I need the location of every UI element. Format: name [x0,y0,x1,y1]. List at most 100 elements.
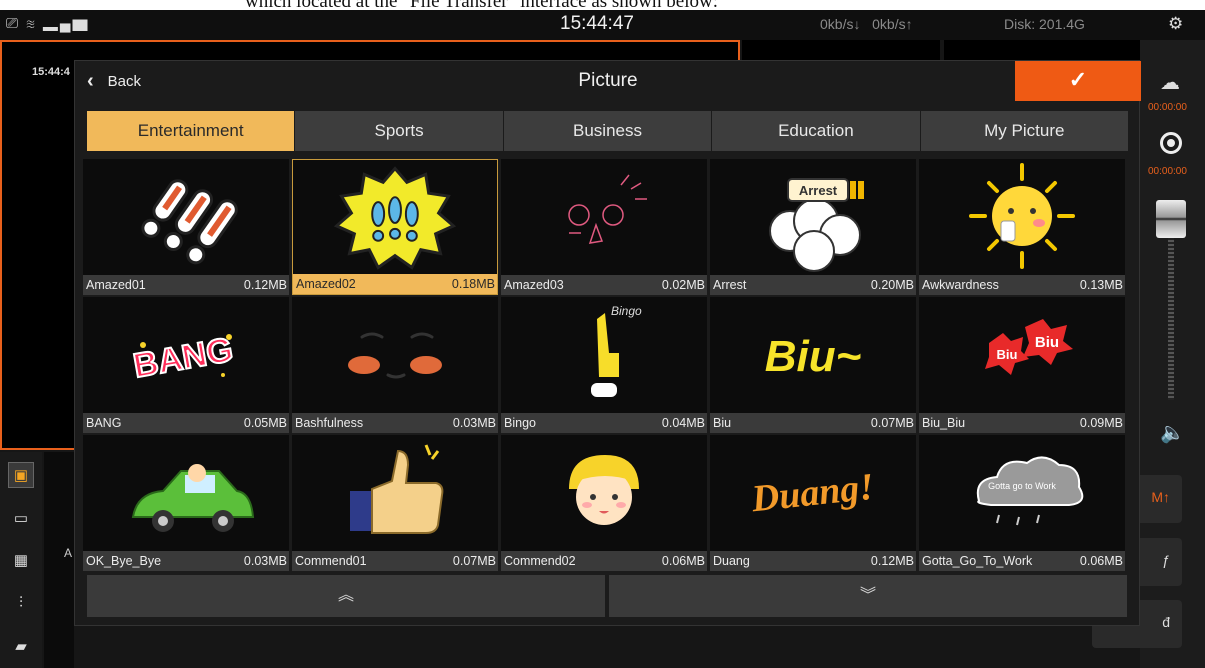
gear-icon[interactable]: ⚙ [1168,14,1183,34]
picture-item[interactable]: Arrest Arrest 0.20MB [710,159,916,295]
calendar-tool-icon[interactable]: ▦ [8,548,34,574]
preview-time: 15:44:4 [32,66,70,78]
confirm-button[interactable]: ✓ [1015,61,1141,101]
strip-label: A [64,546,73,560]
svg-text:BANG: BANG [131,331,236,386]
picture-size: 0.09MB [1079,416,1123,430]
svg-text:Biu: Biu [1035,334,1059,351]
biu-sticker: Biu~ [710,297,916,411]
exclamation-sticker [83,159,289,273]
picture-name: Gotta_Go_To_Work [922,554,1033,568]
picture-item[interactable]: Commend02 0.06MB [501,435,707,571]
chevron-left-icon: ‹ [87,70,94,92]
left-strip: A [44,452,74,668]
dialog-header: Picture ‹ Back ✓ [75,61,1141,101]
picture-name: Awkwardness [922,278,999,292]
side-button-label: M↑ [1151,489,1170,505]
category-tabs: Entertainment Sports Business Education My P… [87,111,1129,151]
cast-icon: ⎚ [6,15,21,32]
side-button-label: ƒ [1162,552,1170,568]
mixer-tool-icon[interactable]: ⫶ [8,590,34,616]
picture-size: 0.12MB [870,554,914,568]
cloud-sticker: Gotta go to Work [919,435,1125,549]
picture-name: Biu_Biu [922,416,966,430]
picture-grid: Amazed01 0.12MB Amazed02 0.18MB Amazed03 0.0… [83,159,1129,571]
tab-my-picture[interactable]: My Picture [920,111,1129,151]
page-down-button[interactable]: ︾ [609,575,1127,617]
picture-caption: Commend02 0.06MB [501,551,707,571]
speaker-icon[interactable]: 🔈 [1160,420,1185,445]
picture-tool-icon[interactable]: ▣ [8,462,34,488]
tab-entertainment[interactable]: Entertainment [87,111,296,151]
picture-name: Bingo [504,416,536,430]
picture-size: 0.06MB [661,554,705,568]
picture-caption: Arrest 0.20MB [710,275,916,295]
picture-caption: Amazed03 0.02MB [501,275,707,295]
source-slot[interactable] [742,40,940,62]
folder-tool-icon[interactable]: ▰ [8,634,34,660]
record-icon[interactable] [1160,132,1182,154]
tab-education[interactable]: Education [712,111,921,151]
back-button[interactable]: ‹ Back [87,69,141,93]
svg-text:Bingo: Bingo [611,304,642,318]
picture-size: 0.05MB [243,416,287,430]
picture-item[interactable]: Awkwardness 0.13MB [919,159,1125,295]
picture-size: 0.06MB [1079,554,1123,568]
picture-caption: OK_Bye_Bye 0.03MB [83,551,289,571]
dialog-title: Picture [578,70,638,91]
picture-item[interactable]: Biu Biu Biu_Biu 0.09MB [919,297,1125,433]
source-slot[interactable] [944,40,1144,62]
net-up: 0kb/s↑ [872,16,913,32]
picture-caption: Gotta_Go_To_Work 0.06MB [919,551,1125,571]
picture-item[interactable]: Amazed03 0.02MB [501,159,707,295]
picture-caption: Commend01 0.07MB [292,551,498,571]
left-toolbar: ▣ ▭ ▦ ⫶ ▰ [0,452,42,668]
picture-size: 0.02MB [661,278,705,292]
picture-item[interactable]: Amazed02 0.18MB [292,159,498,295]
wifi-icon: ≋ [26,15,37,32]
app-screen: which located at the "File Transfer" int… [0,0,1205,668]
duang-sticker: Duang! [710,435,916,549]
svg-text:Biu: Biu [997,347,1018,362]
status-clock: 15:44:47 [560,13,634,34]
picture-name: Amazed01 [86,278,146,292]
picture-item[interactable]: Commend01 0.07MB [292,435,498,571]
picture-item[interactable]: Bashfulness 0.03MB [292,297,498,433]
picture-size: 0.04MB [661,416,705,430]
picture-size: 0.12MB [243,278,287,292]
picture-item[interactable]: Bingo Bingo 0.04MB [501,297,707,433]
picture-name: Bashfulness [295,416,364,430]
picture-caption: Awkwardness 0.13MB [919,275,1125,295]
arrest-sticker: Arrest [710,159,916,273]
picture-item[interactable]: Amazed01 0.12MB [83,159,289,295]
picture-dialog: Picture ‹ Back ✓ Entertainment Sports Busin… [74,60,1141,626]
document-caption: which located at the "File Transfer" int… [245,0,718,12]
double-chevron-down-icon: ︾ [859,587,876,604]
signal-icon: ▂▄▆ [42,15,90,32]
check-icon: ✓ [1068,67,1088,92]
girl-sticker [501,435,707,549]
svg-text:Biu~: Biu~ [765,332,862,381]
burst-sticker [293,160,497,274]
cloud-icon[interactable]: ☁ [1160,70,1180,95]
picture-item[interactable]: Duang! Duang 0.12MB [710,435,916,571]
picture-item[interactable]: Biu~ Biu 0.07MB [710,297,916,433]
car-sticker [83,435,289,549]
page-up-button[interactable]: ︽ [87,575,605,617]
status-bar: ⎚ ≋ ▂▄▆ 15:44:47 0kb/s↓ 0kb/s↑ Disk: 201… [0,10,1205,40]
picture-caption: Bingo 0.04MB [501,413,707,433]
tab-business[interactable]: Business [503,111,713,151]
picture-name: OK_Bye_Bye [86,554,162,568]
picture-name: Commend02 [504,554,576,568]
svg-text:Gotta go to Work: Gotta go to Work [988,481,1056,491]
picture-item[interactable]: BANG BANG 0.05MB [83,297,289,433]
thumbs-up-sticker [292,435,498,549]
picture-item[interactable]: OK_Bye_Bye 0.03MB [83,435,289,571]
disk-space: Disk: 201.4G [1004,16,1085,32]
window-tool-icon[interactable]: ▭ [8,506,34,532]
picture-size: 0.03MB [243,554,287,568]
picture-item[interactable]: Gotta go to Work Gotta_Go_To_Work 0.06MB [919,435,1125,571]
tab-sports[interactable]: Sports [295,111,504,151]
picture-size: 0.13MB [1079,278,1123,292]
volume-fader-knob[interactable] [1156,200,1186,238]
